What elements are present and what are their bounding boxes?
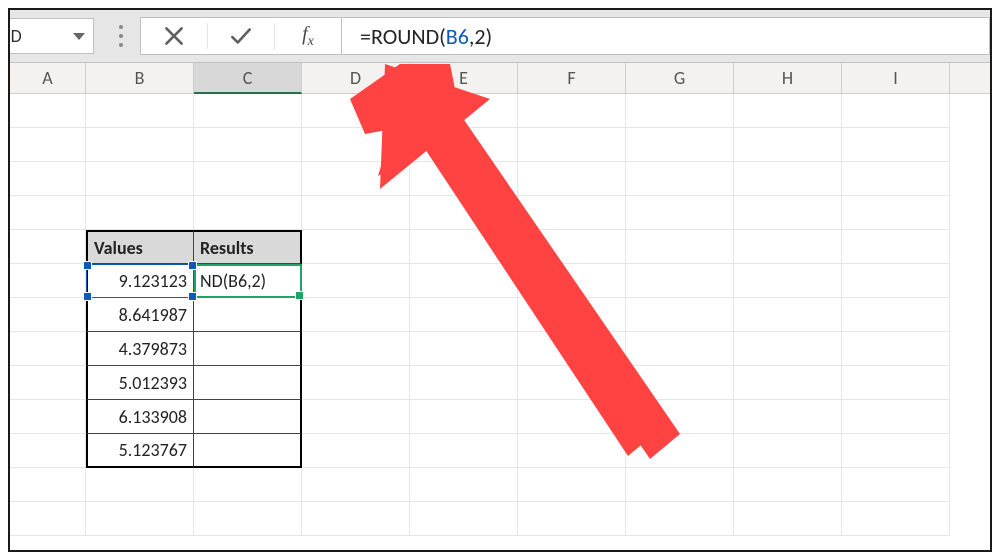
chevron-down-icon[interactable] (73, 33, 85, 40)
cell-B10[interactable]: 6.133908 (86, 400, 194, 434)
formula-text-prefix: =ROUND( (360, 23, 446, 50)
formula-bar: ND fx =ROUND(B6,2) (10, 10, 990, 63)
column-header[interactable]: H (734, 63, 842, 93)
column-header[interactable]: G (626, 63, 734, 93)
enter-button[interactable] (207, 23, 274, 49)
name-box-value: ND (8, 25, 22, 47)
column-header[interactable]: E (410, 63, 518, 93)
formula-text-suffix: ,2) (469, 23, 492, 50)
cell-C11[interactable] (194, 434, 302, 468)
table-header-results[interactable]: Results (194, 230, 302, 264)
column-header[interactable]: A (10, 63, 86, 93)
column-header[interactable]: I (842, 63, 950, 93)
column-header[interactable]: F (518, 63, 626, 93)
column-header[interactable]: D (302, 63, 410, 93)
cell-C10[interactable] (194, 400, 302, 434)
column-header[interactable]: C (194, 63, 302, 94)
formula-bar-buttons: fx (140, 17, 342, 55)
cell-C7[interactable] (194, 298, 302, 332)
cell-B6[interactable]: 9.123123 (86, 264, 194, 298)
cancel-button[interactable] (141, 23, 207, 49)
cell-C9[interactable] (194, 366, 302, 400)
cell-B9[interactable]: 5.012393 (86, 366, 194, 400)
column-header[interactable]: B (86, 63, 194, 93)
insert-function-button[interactable]: fx (274, 23, 341, 50)
spreadsheet-grid[interactable]: Values Results 9.123123 ND(B6,2) 8.64198… (10, 94, 990, 552)
cell-C6-active[interactable]: ND(B6,2) (194, 264, 302, 298)
fx-icon: fx (302, 23, 314, 50)
table-header-values[interactable]: Values (86, 230, 194, 264)
formula-text-ref: B6 (446, 23, 469, 50)
cell-B7[interactable]: 8.641987 (86, 298, 194, 332)
name-box[interactable]: ND (8, 18, 94, 54)
column-headers: A B C D E F G H I (10, 63, 990, 94)
formula-input[interactable]: =ROUND(B6,2) (342, 17, 990, 55)
cell-B11[interactable]: 5.123767 (86, 434, 194, 468)
cell-C8[interactable] (194, 332, 302, 366)
formula-bar-separator (116, 25, 126, 47)
cell-B8[interactable]: 4.379873 (86, 332, 194, 366)
